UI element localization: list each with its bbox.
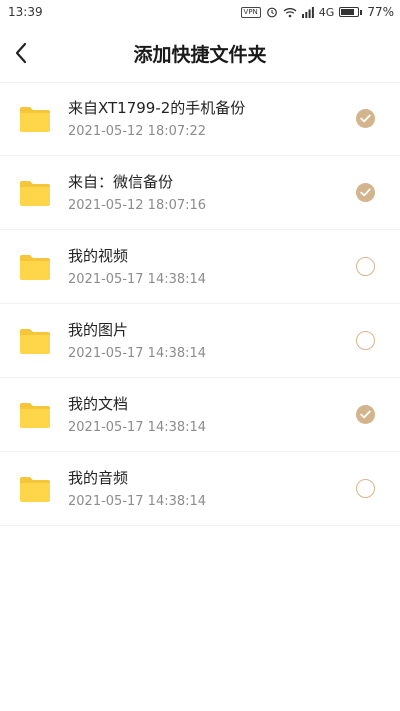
folder-icon	[20, 402, 50, 428]
folder-date: 2021-05-17 14:38:14	[68, 271, 207, 287]
folder-row[interactable]: 我的音频 2021-05-17 14:38:14	[0, 452, 400, 526]
folder-name: 我的音频	[68, 468, 129, 487]
folder-icon	[20, 328, 50, 354]
unselected-circle[interactable]	[356, 257, 375, 276]
status-icons: VPN 4G 77%	[240, 5, 400, 19]
status-bar: 13:39 VPN 4G 77%	[0, 0, 400, 24]
folder-name: 我的视频	[68, 246, 129, 265]
battery-icon	[339, 7, 363, 17]
folder-date: 2021-05-12 18:07:22	[68, 123, 207, 139]
network-label: 4G	[318, 5, 335, 19]
folder-icon	[20, 180, 50, 206]
alarm-icon	[266, 6, 278, 18]
folder-icon	[20, 254, 50, 280]
selected-checkmark[interactable]	[356, 183, 375, 202]
folder-icon	[20, 106, 50, 132]
folder-icon	[20, 476, 50, 502]
folder-date: 2021-05-17 14:38:14	[68, 419, 207, 435]
folder-text: 我的视频 2021-05-17 14:38:14	[68, 246, 356, 288]
folder-row[interactable]: 来自：微信备份 2021-05-12 18:07:16	[0, 156, 400, 230]
unselected-circle[interactable]	[356, 331, 375, 350]
folder-row[interactable]: 我的视频 2021-05-17 14:38:14	[0, 230, 400, 304]
folder-text: 我的音频 2021-05-17 14:38:14	[68, 468, 356, 510]
folder-name: 我的文档	[68, 394, 129, 413]
selected-checkmark[interactable]	[356, 405, 375, 424]
folder-row[interactable]: 我的图片 2021-05-17 14:38:14	[0, 304, 400, 378]
vpn-badge: VPN	[240, 6, 261, 18]
folder-row[interactable]: 来自XT1799-2的手机备份 2021-05-12 18:07:22	[0, 82, 400, 156]
check-icon	[360, 410, 371, 419]
back-button[interactable]	[6, 38, 36, 68]
folder-date: 2021-05-17 14:38:14	[68, 345, 207, 361]
folder-text: 来自XT1799-2的手机备份 2021-05-12 18:07:22	[68, 98, 356, 140]
folder-name: 来自XT1799-2的手机备份	[68, 98, 246, 117]
page-title: 添加快捷文件夹	[133, 43, 267, 66]
folder-date: 2021-05-17 14:38:14	[68, 493, 207, 509]
selected-checkmark[interactable]	[356, 109, 375, 128]
folder-text: 我的文档 2021-05-17 14:38:14	[68, 394, 356, 436]
folder-name: 来自：微信备份	[68, 172, 174, 191]
folder-name: 我的图片	[68, 320, 129, 339]
battery-percent: 77%	[367, 5, 394, 19]
unselected-circle[interactable]	[356, 479, 375, 498]
folder-date: 2021-05-12 18:07:16	[68, 197, 207, 213]
folder-text: 来自：微信备份 2021-05-12 18:07:16	[68, 172, 356, 214]
app-header: 添加快捷文件夹	[0, 24, 400, 83]
wifi-icon	[283, 7, 297, 18]
folder-row[interactable]: 我的文档 2021-05-17 14:38:14	[0, 378, 400, 452]
folder-list: 来自XT1799-2的手机备份 2021-05-12 18:07:22 来自：微…	[0, 82, 400, 526]
signal-icon	[301, 6, 314, 18]
check-icon	[360, 188, 371, 197]
status-time: 13:39	[8, 5, 43, 19]
check-icon	[360, 114, 371, 123]
folder-text: 我的图片 2021-05-17 14:38:14	[68, 320, 356, 362]
chevron-left-icon	[15, 42, 27, 64]
